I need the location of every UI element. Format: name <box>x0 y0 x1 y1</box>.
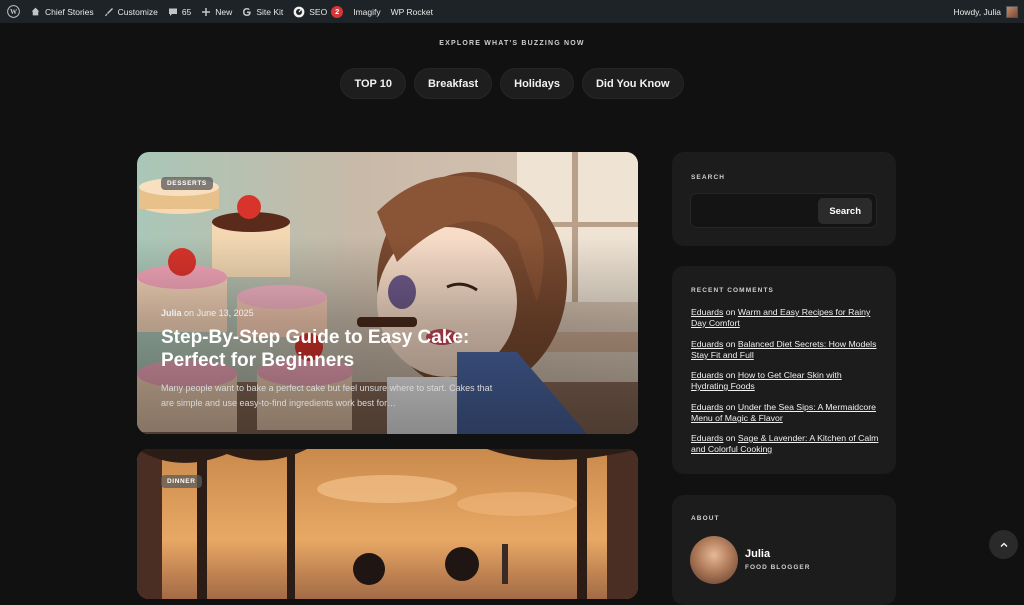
howdy-label: Howdy, Julia <box>953 6 1001 17</box>
post-card[interactable]: DESSERTS Julia on June 13, 2025 Step-By-… <box>137 152 638 434</box>
search-input[interactable] <box>697 199 817 223</box>
post-date: June 13, 2025 <box>196 308 254 318</box>
recent-comment-item: Eduards on Balanced Diet Secrets: How Mo… <box>691 339 877 360</box>
post-featured-image <box>137 449 638 599</box>
category-pills: TOP 10 Breakfast Holidays Did You Know <box>0 68 1024 99</box>
imagify-label: Imagify <box>353 6 381 17</box>
imagify-link[interactable]: Imagify <box>348 0 385 23</box>
comment-bubble-icon <box>168 7 178 17</box>
seo-label: SEO <box>309 6 328 17</box>
svg-text:W: W <box>10 8 18 16</box>
pill-holidays[interactable]: Holidays <box>500 68 574 99</box>
search-widget: SEARCH Search <box>672 152 896 246</box>
comments-link[interactable]: 65 <box>163 0 196 23</box>
search-button[interactable]: Search <box>818 198 872 224</box>
seo-link[interactable]: SEO 2 <box>288 0 348 23</box>
account-menu[interactable]: Howdy, Julia <box>953 5 1024 18</box>
category-badge[interactable]: DINNER <box>161 475 202 488</box>
customize-link[interactable]: Customize <box>99 0 163 23</box>
pill-top-10[interactable]: TOP 10 <box>340 68 406 99</box>
wp-rocket-link[interactable]: WP Rocket <box>386 0 438 23</box>
comment-author-link[interactable]: Eduards <box>691 402 723 412</box>
author-avatar <box>690 536 738 584</box>
category-badge[interactable]: DESSERTS <box>161 177 213 190</box>
home-icon <box>30 6 41 17</box>
site-name-link[interactable]: Chief Stories <box>25 0 99 23</box>
customize-label: Customize <box>117 6 158 17</box>
site-kit-label: Site Kit <box>256 6 284 17</box>
wordpress-logo-icon[interactable]: W <box>2 0 25 23</box>
about-widget-title: ABOUT <box>691 515 720 522</box>
recent-comment-item: Eduards on How to Get Clear Skin with Hy… <box>691 370 842 391</box>
search-widget-title: SEARCH <box>691 174 726 181</box>
comment-author-link[interactable]: Eduards <box>691 339 723 349</box>
post-author[interactable]: Julia <box>161 308 182 318</box>
chevron-up-icon <box>999 540 1009 550</box>
about-author-name: Julia <box>745 548 771 560</box>
about-author-role: FOOD BLOGGER <box>745 564 811 571</box>
recent-comment-item: Eduards on Warm and Easy Recipes for Rai… <box>691 307 871 328</box>
new-label: New <box>215 6 233 17</box>
search-form: Search <box>690 193 877 228</box>
recent-comments-title: RECENT COMMENTS <box>691 287 774 294</box>
explore-heading: EXPLORE WHAT'S BUZZING NOW <box>439 40 585 47</box>
post-excerpt: Many people want to bake a perfect cake … <box>161 383 493 408</box>
comments-count: 65 <box>181 6 192 17</box>
seo-notification-badge: 2 <box>331 5 344 18</box>
site-kit-link[interactable]: Site Kit <box>237 0 288 23</box>
recent-comment-item: Eduards on Sage & Lavender: A Kitchen of… <box>691 433 879 454</box>
brush-icon <box>104 7 114 17</box>
about-widget: ABOUT Julia FOOD BLOGGER <box>672 495 896 605</box>
comment-author-link[interactable]: Eduards <box>691 307 723 317</box>
user-avatar <box>1006 5 1018 18</box>
post-card[interactable]: DINNER <box>137 449 638 599</box>
post-date-prefix: on <box>184 308 195 318</box>
recent-comments-widget: RECENT COMMENTS Eduards on Warm and Easy… <box>672 266 896 474</box>
pill-did-you-know[interactable]: Did You Know <box>581 68 684 99</box>
google-g-icon <box>242 7 252 17</box>
seo-gauge-icon <box>293 6 305 18</box>
comment-author-link[interactable]: Eduards <box>691 433 723 443</box>
new-content-link[interactable]: New <box>196 0 237 23</box>
post-title[interactable]: Step-By-Step Guide to Easy Cake: Perfect… <box>161 326 501 372</box>
admin-bar: W Chief Stories Customize 65 New Site Ki… <box>0 0 1024 23</box>
comment-author-link[interactable]: Eduards <box>691 370 723 380</box>
site-name-label: Chief Stories <box>45 6 94 17</box>
scroll-to-top-button[interactable] <box>989 530 1018 559</box>
post-meta: Julia on June 13, 2025 <box>161 308 254 318</box>
pill-breakfast[interactable]: Breakfast <box>413 68 493 99</box>
recent-comment-item: Eduards on Under the Sea Sips: A Mermaid… <box>691 402 876 423</box>
wp-rocket-label: WP Rocket <box>390 6 433 17</box>
plus-icon <box>201 7 211 17</box>
